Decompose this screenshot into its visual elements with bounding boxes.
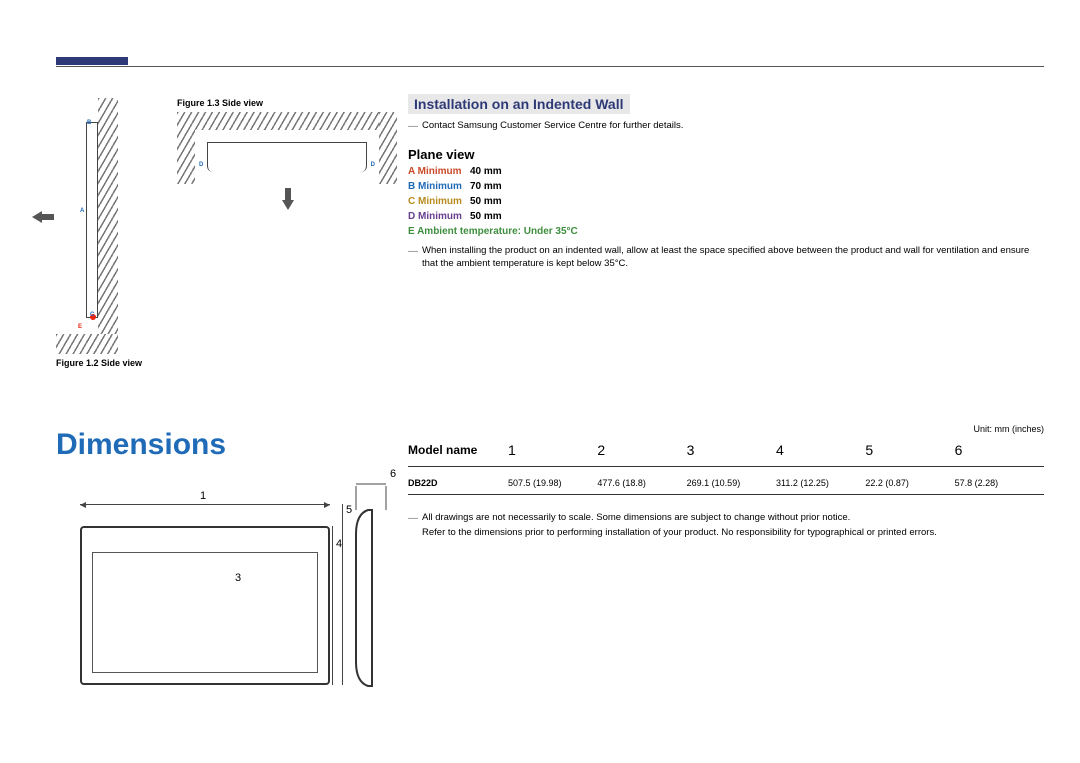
table-rule-1 [408, 466, 1044, 467]
dimensions-table-row: DB22D 507.5 (19.98) 477.6 (18.8) 269.1 (… [408, 478, 1044, 488]
spec-e-key: E Ambient temperature: Under 35°C [408, 226, 578, 237]
col-2: 2 [597, 442, 686, 458]
col-1: 1 [508, 442, 597, 458]
row-model: DB22D [408, 478, 508, 488]
figure-1-3-planeview: D D [177, 112, 397, 202]
arrow-left-icon [32, 206, 54, 233]
dimensions-front-diagram: 1 2 3 4 5 [80, 512, 330, 685]
col-4: 4 [776, 442, 865, 458]
model-name-header: Model name [408, 443, 508, 457]
dimensions-table-header: Model name 1 2 3 4 5 6 [408, 442, 1044, 458]
left-column: Figure 1.3 Side view Figure 1.2 Side vie… [56, 94, 374, 743]
dim-1: 1 [200, 490, 206, 502]
label-a: A [80, 208, 84, 214]
label-d-left: D [199, 162, 203, 168]
col-5: 5 [865, 442, 954, 458]
col-6: 6 [955, 442, 1044, 458]
indent-wall-note: When installing the product on an indent… [408, 245, 1044, 271]
dim-6: 6 [390, 468, 396, 480]
section-title-installation: Installation on an Indented Wall [408, 94, 630, 114]
spec-c-val: 50 mm [470, 196, 502, 207]
val-5: 22.2 (0.87) [865, 478, 954, 488]
dimensions-side-diagram: 6 [346, 474, 404, 690]
spec-c-key: C Minimum [408, 196, 470, 207]
spec-a-val: 40 mm [470, 166, 502, 177]
dimensions-heading: Dimensions [56, 428, 226, 462]
val-6: 57.8 (2.28) [955, 478, 1044, 488]
header-rule [56, 66, 1044, 67]
label-e: E [78, 324, 82, 330]
header-accent-bar [56, 57, 128, 65]
figure-1-3-caption: Figure 1.3 Side view [177, 98, 263, 108]
spec-b-key: B Minimum [408, 181, 470, 192]
spec-d-val: 50 mm [470, 211, 502, 222]
val-3: 269.1 (10.59) [687, 478, 776, 488]
val-1: 507.5 (19.98) [508, 478, 597, 488]
right-column: Installation on an Indented Wall Contact… [408, 94, 1044, 743]
col-3: 3 [687, 442, 776, 458]
table-rule-2 [408, 494, 1044, 495]
arrow-down-icon [277, 188, 299, 215]
spec-a-key: A Minimum [408, 166, 470, 177]
val-2: 477.6 (18.8) [597, 478, 686, 488]
label-b: B [87, 120, 91, 126]
footnote-2: Refer to the dimensions prior to perform… [408, 527, 1044, 538]
contact-note: Contact Samsung Customer Service Centre … [408, 120, 1044, 133]
val-4: 311.2 (12.25) [776, 478, 865, 488]
spec-d-key: D Minimum [408, 211, 470, 222]
figure-1-2-sideview: B A C E [56, 98, 118, 354]
label-d-right: D [371, 162, 375, 168]
label-c: C [90, 312, 94, 318]
unit-label: Unit: mm (inches) [973, 424, 1044, 434]
spec-b-val: 70 mm [470, 181, 502, 192]
figure-1-2-caption: Figure 1.2 Side view [56, 358, 142, 368]
dim-3: 3 [235, 572, 241, 584]
dim-4: 4 [336, 538, 342, 550]
footnote-1: All drawings are not necessarily to scal… [408, 512, 1044, 525]
plane-view-heading: Plane view [408, 147, 1044, 162]
